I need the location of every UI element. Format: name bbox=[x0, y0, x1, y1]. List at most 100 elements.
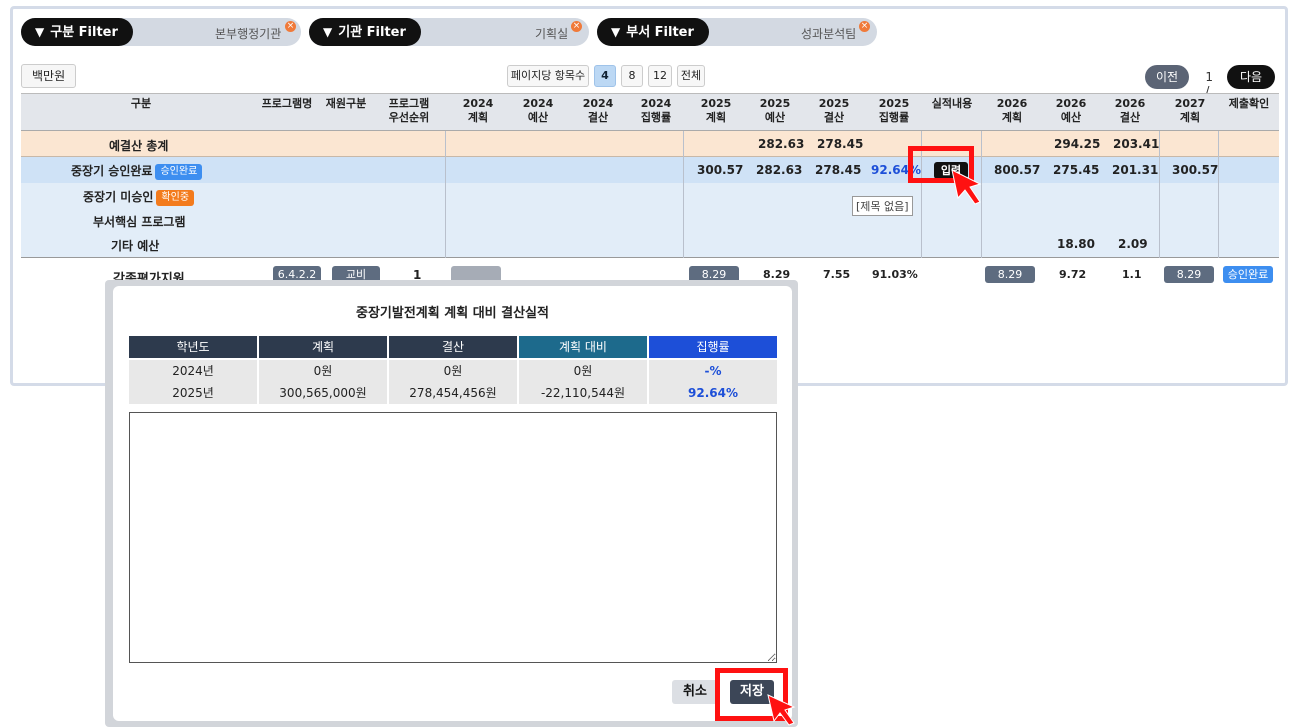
col-header: 결산 bbox=[389, 336, 517, 358]
cell-value: 278.45 bbox=[817, 137, 864, 151]
cell-value: 0원 bbox=[519, 360, 647, 382]
divider bbox=[683, 131, 684, 258]
page-size-4[interactable]: 4 bbox=[594, 65, 616, 87]
col-header: 계획 bbox=[259, 336, 387, 358]
filter-icon: ▼ bbox=[611, 25, 621, 39]
cell-value: 0원 bbox=[389, 360, 517, 382]
cell-value: 278,454,456원 bbox=[389, 382, 517, 404]
page-size-8[interactable]: 8 bbox=[621, 65, 643, 87]
cell-value: 7.55 bbox=[823, 268, 851, 281]
col-header: 2024 결산 bbox=[582, 97, 614, 124]
cell-value: 201.31 bbox=[1112, 163, 1159, 177]
approved-row: 중장기 승인완료 승인완료 300.57 282.63 278.45 92.64%… bbox=[21, 157, 1279, 183]
table-header: 구분 프로그램명 재원구분 프로그램 우선순위 2024 계획 2024 예산 … bbox=[21, 93, 1279, 131]
col-header: 프로그램명 bbox=[261, 97, 313, 110]
cell-value: 0원 bbox=[259, 360, 387, 382]
summary-row: 예결산 총계 282.63 278.45 294.25 203.41 bbox=[21, 131, 1279, 157]
filter-icon: ▼ bbox=[35, 25, 45, 39]
pending-badge: 확인중 bbox=[156, 189, 195, 206]
divider bbox=[445, 131, 446, 258]
category-filter-button[interactable]: ▼ 구분 Filter bbox=[21, 18, 133, 46]
cell-value: 282.63 bbox=[758, 137, 805, 151]
cancel-button[interactable]: 취소 bbox=[672, 680, 718, 704]
cell-value: 300,565,000원 bbox=[259, 382, 387, 404]
clear-icon[interactable]: × bbox=[571, 21, 582, 32]
clear-icon[interactable]: × bbox=[285, 21, 296, 32]
sub-rows: 중장기 미승인 확인중 부서핵심 프로그램 기타 예산 18.80 2.09 bbox=[21, 183, 1279, 258]
cell-value: -22,110,544원 bbox=[519, 382, 647, 404]
cell-value: 278.45 bbox=[815, 163, 862, 177]
rate-value: 92.64% bbox=[649, 382, 777, 404]
col-header: 집행률 bbox=[649, 336, 777, 358]
modal-title: 중장기발전계획 계획 대비 결산실적 bbox=[356, 306, 549, 321]
cell-value: 2025년 bbox=[129, 382, 257, 404]
dept-filter-button[interactable]: ▼ 부서 Filter bbox=[597, 18, 709, 46]
category-filter-value: 본부행정기관 bbox=[215, 27, 282, 41]
cell-value: 18.80 bbox=[1057, 237, 1095, 251]
cursor-arrow-icon bbox=[767, 694, 796, 726]
filter-icon: ▼ bbox=[323, 25, 333, 39]
row-label: 예결산 총계 bbox=[109, 139, 169, 153]
divider bbox=[1218, 131, 1219, 258]
cell-value: 203.41 bbox=[1113, 137, 1160, 151]
col-header: 2024 집행률 bbox=[640, 97, 672, 124]
dept-filter[interactable]: ▼ 부서 Filter 성과분석팀 × bbox=[597, 18, 877, 46]
row-label: 중장기 승인완료 승인완료 bbox=[71, 162, 203, 180]
modal-content: 중장기발전계획 계획 대비 결산실적 학년도 계획 결산 계획 대비 집행률 2… bbox=[113, 286, 792, 721]
col-header: 2026 계획 bbox=[996, 97, 1028, 124]
cell-value: 2024년 bbox=[129, 360, 257, 382]
page-size-label: 페이지당 항목수 bbox=[507, 65, 589, 87]
row-label: 부서핵심 프로그램 bbox=[93, 215, 186, 229]
col-header: 2026 결산 bbox=[1114, 97, 1146, 124]
row-label: 기타 예산 bbox=[111, 239, 160, 253]
col-header: 2025 집행률 bbox=[878, 97, 910, 124]
cell-value: 282.63 bbox=[756, 163, 803, 177]
org-filter-button[interactable]: ▼ 기관 Filter bbox=[309, 18, 421, 46]
result-modal: 중장기발전계획 계획 대비 결산실적 학년도 계획 결산 계획 대비 집행률 2… bbox=[105, 280, 798, 727]
cell-value: 1.1 bbox=[1122, 268, 1142, 281]
col-header: 학년도 bbox=[129, 336, 257, 358]
org-filter[interactable]: ▼ 기관 Filter 기획실 × bbox=[309, 18, 589, 46]
cell-value: 275.45 bbox=[1053, 163, 1100, 177]
page-size-all[interactable]: 전체 bbox=[677, 65, 705, 87]
row-label: 중장기 미승인 확인중 bbox=[83, 188, 195, 206]
cell-value: 91.03% bbox=[872, 268, 918, 281]
plan-chip[interactable]: 8.29 bbox=[1164, 266, 1214, 283]
cell-value: 800.57 bbox=[994, 163, 1041, 177]
col-header: 2025 계획 bbox=[700, 97, 732, 124]
col-header: 재원구분 bbox=[325, 97, 367, 110]
row-label-text: 중장기 승인완료 bbox=[71, 164, 153, 178]
rate-value: -% bbox=[649, 360, 777, 382]
clear-icon[interactable]: × bbox=[859, 21, 870, 32]
cell-value: 300.57 bbox=[697, 163, 744, 177]
unit-button[interactable]: 백만원 bbox=[21, 64, 77, 88]
cell-value: 9.72 bbox=[1059, 268, 1087, 281]
col-header: 2024 예산 bbox=[522, 97, 554, 124]
divider bbox=[1159, 131, 1160, 258]
row-label-text: 중장기 미승인 bbox=[83, 190, 154, 204]
col-header: 실적내용 bbox=[931, 97, 973, 110]
dept-filter-value: 성과분석팀 bbox=[801, 27, 857, 41]
col-header: 2025 결산 bbox=[818, 97, 850, 124]
col-header: 프로그램 우선순위 bbox=[388, 97, 430, 124]
col-header: 2024 계획 bbox=[462, 97, 494, 124]
status-badge: 승인완료 bbox=[1223, 266, 1273, 283]
plan-chip[interactable]: 8.29 bbox=[985, 266, 1035, 283]
prev-button[interactable]: 이전 bbox=[1145, 65, 1189, 89]
col-header: 제출확인 bbox=[1228, 97, 1270, 110]
approved-badge: 승인완료 bbox=[155, 163, 203, 180]
cell-value: 2.09 bbox=[1118, 237, 1148, 251]
col-header: 구분 bbox=[130, 97, 152, 110]
tooltip: [제목 없음] bbox=[852, 196, 913, 216]
cursor-arrow-icon bbox=[951, 169, 982, 205]
cell-value: 294.25 bbox=[1054, 137, 1101, 151]
next-button[interactable]: 다음 bbox=[1227, 65, 1275, 89]
col-header: 2027 계획 bbox=[1174, 97, 1206, 124]
col-header: 2026 예산 bbox=[1055, 97, 1087, 124]
cell-value: 300.57 bbox=[1172, 163, 1219, 177]
org-filter-value: 기획실 bbox=[535, 27, 569, 41]
page-size-12[interactable]: 12 bbox=[648, 65, 672, 87]
category-filter[interactable]: ▼ 구분 Filter 본부행정기관 × bbox=[21, 18, 301, 46]
col-header: 계획 대비 bbox=[519, 336, 647, 358]
result-textarea[interactable] bbox=[129, 412, 777, 663]
